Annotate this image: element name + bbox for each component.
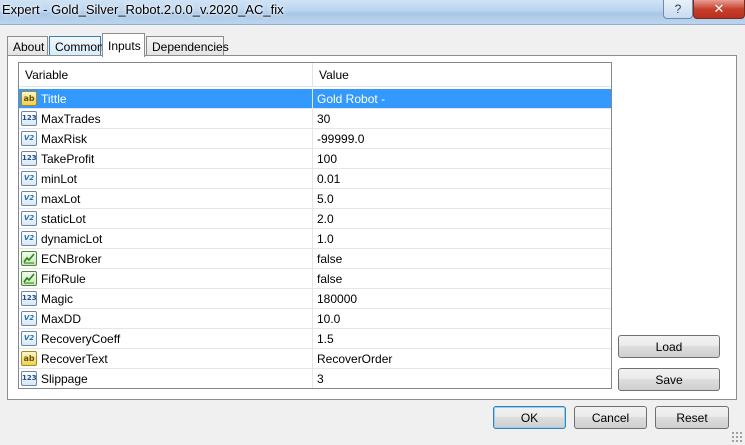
inputs-tab-panel: Variable Value ab Tittle Gold Robot - 123 Ma…: [7, 55, 737, 400]
variable-name: MaxTrades: [41, 112, 101, 126]
text-type-icon: ab: [21, 351, 37, 366]
tab-dependencies[interactable]: Dependencies: [146, 36, 229, 55]
double-type-icon: V2: [21, 311, 37, 326]
value-cell[interactable]: Gold Robot -: [313, 89, 611, 108]
value-cell[interactable]: -99999.0: [313, 129, 611, 148]
variable-name: RecoveryCoeff: [41, 332, 121, 346]
variable-name: Slippage: [41, 372, 88, 386]
value-cell[interactable]: 180000: [313, 289, 611, 308]
bool-type-icon: [21, 251, 37, 266]
double-type-icon: V2: [21, 331, 37, 346]
variable-cell[interactable]: ab RecoverText: [19, 349, 313, 368]
window-title: Expert - Gold_Silver_Robot.2.0.0_v.2020_…: [2, 2, 284, 17]
variable-name: dynamicLot: [41, 232, 103, 246]
variable-name: Magic: [41, 292, 74, 306]
resize-grip-icon[interactable]: [731, 431, 743, 443]
save-button[interactable]: Save: [618, 368, 720, 391]
variable-name: MaxDD: [41, 312, 82, 326]
variable-name: minLot: [41, 172, 78, 186]
double-type-icon: V2: [21, 211, 37, 226]
variable-cell[interactable]: 123 Slippage: [19, 369, 313, 388]
variable-cell[interactable]: ab Tittle: [19, 89, 313, 108]
bool-type-icon: [21, 271, 37, 286]
text-type-icon: ab: [21, 91, 37, 106]
table-row[interactable]: V2 MaxDD 10.0: [19, 309, 611, 329]
expert-properties-dialog: About Common Inputs Dependencies Variabl…: [0, 25, 745, 445]
value-cell[interactable]: 5.0: [313, 189, 611, 208]
ok-button[interactable]: OK: [493, 406, 566, 429]
column-header-value[interactable]: Value: [313, 63, 611, 86]
value-cell[interactable]: false: [313, 249, 611, 268]
variable-cell[interactable]: V2 minLot: [19, 169, 313, 188]
grid-header: Variable Value: [19, 63, 611, 87]
close-icon: ✕: [713, 1, 725, 16]
double-type-icon: V2: [21, 191, 37, 206]
variable-name: RecoverText: [41, 352, 108, 366]
close-button[interactable]: ✕: [693, 0, 745, 19]
variable-name: FifoRule: [41, 272, 86, 286]
variable-cell[interactable]: ECNBroker: [19, 249, 313, 268]
table-row[interactable]: 123 TakeProfit 100: [19, 149, 611, 169]
variable-name: MaxRisk: [41, 132, 88, 146]
variable-name: Tittle: [41, 92, 67, 106]
variable-cell[interactable]: V2 RecoveryCoeff: [19, 329, 313, 348]
double-type-icon: V2: [21, 131, 37, 146]
value-cell[interactable]: 0.01: [313, 169, 611, 188]
value-cell[interactable]: 10.0: [313, 309, 611, 328]
value-cell[interactable]: 1.0: [313, 229, 611, 248]
variable-name: ECNBroker: [41, 252, 102, 266]
table-row[interactable]: V2 maxLot 5.0: [19, 189, 611, 209]
value-cell[interactable]: 1.5: [313, 329, 611, 348]
tab-inputs[interactable]: Inputs: [102, 33, 145, 57]
value-cell[interactable]: 2.0: [313, 209, 611, 228]
variable-name: TakeProfit: [41, 152, 95, 166]
table-row[interactable]: ab Tittle Gold Robot -: [19, 89, 611, 109]
cancel-button[interactable]: Cancel: [574, 406, 647, 429]
double-type-icon: V2: [21, 231, 37, 246]
variable-cell[interactable]: V2 maxLot: [19, 189, 313, 208]
variable-cell[interactable]: V2 MaxDD: [19, 309, 313, 328]
table-row[interactable]: V2 dynamicLot 1.0: [19, 229, 611, 249]
help-icon: ?: [674, 2, 682, 16]
integer-type-icon: 123: [21, 371, 37, 386]
column-header-variable[interactable]: Variable: [19, 63, 313, 86]
table-row[interactable]: V2 MaxRisk -99999.0: [19, 129, 611, 149]
integer-type-icon: 123: [21, 151, 37, 166]
variable-cell[interactable]: 123 MaxTrades: [19, 109, 313, 128]
value-cell[interactable]: 30: [313, 109, 611, 128]
reset-button[interactable]: Reset: [655, 406, 729, 429]
table-row[interactable]: ECNBroker false: [19, 249, 611, 269]
table-row[interactable]: FifoRule false: [19, 269, 611, 289]
inputs-grid[interactable]: Variable Value ab Tittle Gold Robot - 123 Ma…: [18, 62, 612, 389]
tab-about[interactable]: About: [7, 36, 48, 55]
variable-name: staticLot: [41, 212, 86, 226]
grid-rows: ab Tittle Gold Robot - 123 MaxTrades 30 V2 MaxR…: [19, 89, 611, 388]
table-row[interactable]: 123 Magic 180000: [19, 289, 611, 309]
table-row[interactable]: V2 RecoveryCoeff 1.5: [19, 329, 611, 349]
value-cell[interactable]: RecoverOrder: [313, 349, 611, 368]
table-row[interactable]: V2 minLot 0.01: [19, 169, 611, 189]
integer-type-icon: 123: [21, 111, 37, 126]
double-type-icon: V2: [21, 171, 37, 186]
table-row[interactable]: 123 MaxTrades 30: [19, 109, 611, 129]
value-cell[interactable]: false: [313, 269, 611, 288]
help-button[interactable]: ?: [663, 0, 693, 19]
load-button[interactable]: Load: [618, 335, 720, 358]
variable-cell[interactable]: V2 staticLot: [19, 209, 313, 228]
table-row[interactable]: 123 Slippage 3: [19, 369, 611, 388]
title-bar: Expert - Gold_Silver_Robot.2.0.0_v.2020_…: [0, 0, 745, 25]
integer-type-icon: 123: [21, 291, 37, 306]
variable-cell[interactable]: FifoRule: [19, 269, 313, 288]
table-row[interactable]: ab RecoverText RecoverOrder: [19, 349, 611, 369]
variable-cell[interactable]: V2 dynamicLot: [19, 229, 313, 248]
tab-common[interactable]: Common: [49, 36, 104, 55]
variable-cell[interactable]: 123 TakeProfit: [19, 149, 313, 168]
value-cell[interactable]: 3: [313, 369, 611, 388]
variable-cell[interactable]: 123 Magic: [19, 289, 313, 308]
variable-cell[interactable]: V2 MaxRisk: [19, 129, 313, 148]
table-row[interactable]: V2 staticLot 2.0: [19, 209, 611, 229]
value-cell[interactable]: 100: [313, 149, 611, 168]
variable-name: maxLot: [41, 192, 81, 206]
